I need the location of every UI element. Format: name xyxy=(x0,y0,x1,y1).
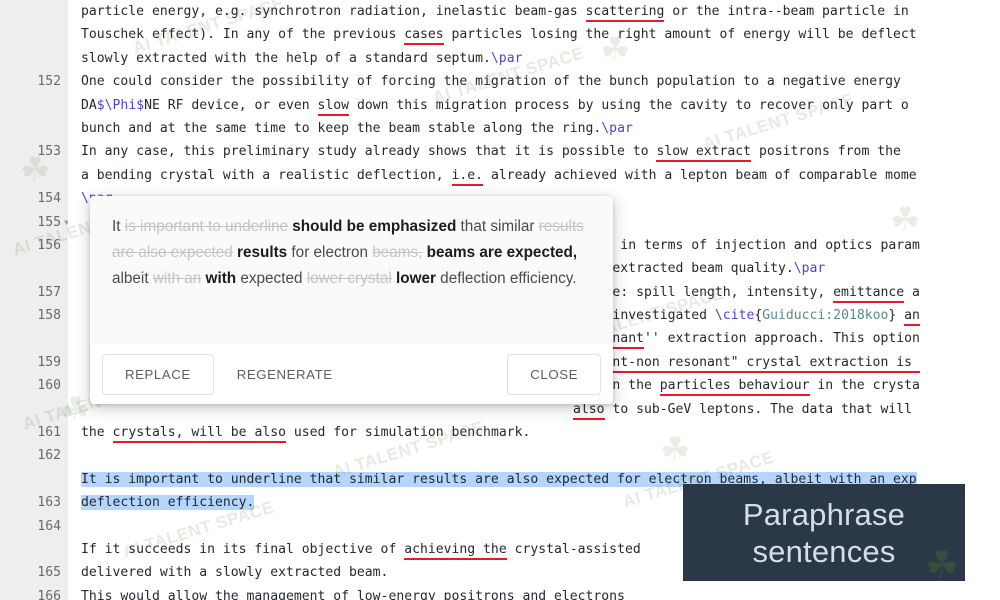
underlined-term: crystals, will be also xyxy=(112,425,286,444)
latex-command: \par xyxy=(490,50,523,66)
line-number xyxy=(0,117,68,140)
popup-action-bar: REPLACE REGENERATE CLOSE xyxy=(90,344,613,404)
line-number xyxy=(0,468,68,491)
code-line: DA$\Phi$NE RF device, or even slow down … xyxy=(81,94,1000,117)
replace-button[interactable]: REPLACE xyxy=(102,353,214,395)
diff-ins-segment: lower xyxy=(395,270,436,287)
line-number: 159 xyxy=(37,354,61,370)
line-number xyxy=(0,327,68,350)
underlined-term: esonant-non resonant" crystal extraction… xyxy=(573,354,920,373)
line-number: 158 xyxy=(37,308,61,324)
line-number xyxy=(0,47,68,70)
latex-command: \par xyxy=(793,261,826,277)
line-number-gutter[interactable]: 152 153 154 155 ▼ 156 157 158 159 160 161 162 163 164… xyxy=(0,0,69,600)
underlined-term: cases xyxy=(404,27,444,46)
line-number: 166 xyxy=(37,588,61,600)
code-line: a bending crystal with a realistic defle… xyxy=(81,164,1000,187)
line-number xyxy=(0,257,68,280)
diff-keep-segment: expected xyxy=(236,270,307,287)
diff-del-segment: beams, xyxy=(372,244,423,261)
underlined-term: particles behaviour xyxy=(659,378,810,397)
diff-del-segment: lower crystal xyxy=(306,270,392,287)
code-line: bunch and at the same time to keep the b… xyxy=(81,120,633,136)
line-number: 162 xyxy=(37,448,61,464)
watermark-logo-icon: ☘ xyxy=(924,543,959,581)
line-number: 152 xyxy=(37,74,61,90)
selected-text[interactable]: deflection efficiency. xyxy=(81,495,255,511)
line-number: 163 xyxy=(37,495,61,511)
code-line: Touschek effect). In any of the previous… xyxy=(81,23,1000,46)
caption-line-1: Paraphrase xyxy=(742,496,906,532)
line-number: 154 xyxy=(37,191,61,207)
code-line: slowly extracted with the help of a stan… xyxy=(81,50,523,66)
underlined-term: an xyxy=(904,308,920,327)
line-number: 155 ▼ xyxy=(0,211,69,234)
diff-ins-segment: with xyxy=(205,270,237,287)
diff-keep-segment: It xyxy=(112,218,125,235)
close-button[interactable]: CLOSE xyxy=(507,353,601,395)
caption-line-2: sentences xyxy=(752,533,896,569)
underlined-term: achieving the xyxy=(404,541,507,560)
line-number: 160 xyxy=(37,378,61,394)
regenerate-button[interactable]: REGENERATE xyxy=(214,354,356,395)
code-line: One could consider the possibility of fo… xyxy=(81,74,909,90)
latex-command: \par xyxy=(601,120,633,136)
latex-command: \cite xyxy=(714,308,755,324)
code-line: the crystals, will be also used for simu… xyxy=(81,421,1000,444)
cite-key: Guiducci:2018koo xyxy=(762,308,889,324)
diff-ins-segment: beams are expected, xyxy=(426,244,578,261)
line-number: 153 xyxy=(37,144,61,160)
underlined-term: also xyxy=(573,401,605,420)
paraphrase-sentences-caption: Paraphrase sentences ☘ xyxy=(683,484,965,581)
line-number xyxy=(0,94,68,117)
line-number: 156 xyxy=(37,237,61,253)
line-number: 165 xyxy=(37,565,61,581)
line-number xyxy=(0,538,68,561)
underlined-term: emittance xyxy=(833,284,905,303)
code-line: particle energy, e.g. synchrotron radiat… xyxy=(81,0,1000,23)
line-number xyxy=(0,164,68,187)
diff-ins-segment: results xyxy=(237,244,288,261)
line-number xyxy=(0,398,68,421)
latex-command: $\Phi$ xyxy=(96,97,145,113)
line-number: 161 xyxy=(37,425,61,441)
line-number xyxy=(0,23,68,46)
screen: 152 153 154 155 ▼ 156 157 158 159 160 161 162 163 164… xyxy=(0,0,1000,600)
paraphrase-diff-text: It is important to underline should be e… xyxy=(90,196,613,344)
line-number: 157 xyxy=(37,284,61,300)
diff-del-segment: is important to underline xyxy=(124,218,289,235)
diff-keep-segment: albeit xyxy=(112,270,153,287)
underlined-term: slow xyxy=(317,97,350,116)
paraphrase-suggestion-popup[interactable]: It is important to underline should be e… xyxy=(90,196,613,404)
diff-del-segment: with an xyxy=(152,270,202,287)
line-number: 164 xyxy=(37,518,61,534)
diff-keep-segment: that similar xyxy=(456,218,539,235)
diff-ins-segment: should be emphasized xyxy=(292,218,457,235)
line-number xyxy=(0,0,68,23)
diff-keep-segment: deflection efficiency. xyxy=(435,270,577,287)
code-line: This would allow the management of low-e… xyxy=(81,588,633,600)
underlined-term: slow extract xyxy=(656,144,752,163)
underlined-term: i.e. xyxy=(451,167,484,186)
underlined-term: scattering xyxy=(585,4,665,22)
diff-keep-segment: for electron xyxy=(287,244,373,261)
code-line: In any case, this preliminary study alre… xyxy=(81,140,1000,163)
